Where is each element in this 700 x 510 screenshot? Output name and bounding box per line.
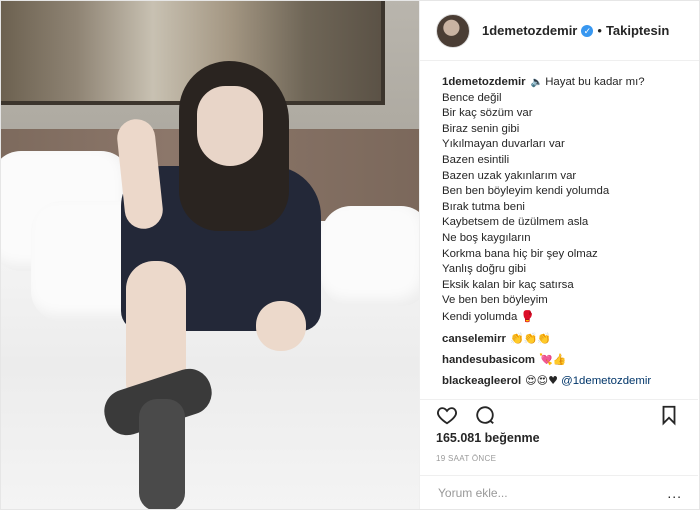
comment-text: 💘👍 — [539, 352, 567, 366]
caption-last-line: Kendi yolumda 🥊 — [442, 309, 682, 326]
caption-line: Ben ben böyleyim kendi yolumda — [442, 185, 610, 198]
more-options-icon[interactable]: ... — [667, 485, 682, 501]
comment-input[interactable] — [436, 484, 650, 501]
post-side-panel: 1demetozdemir ✓ • Takiptesin 1demetozdem… — [419, 1, 699, 509]
separator-dot: • — [597, 23, 602, 38]
comment-icon[interactable] — [474, 404, 498, 428]
caption-line: Ne boş kaygıların — [442, 231, 531, 244]
caption-line: Bırak tutma beni — [442, 200, 525, 213]
comment-item: blackeagleerol 😍😍♥ @1demetozdemir — [442, 373, 682, 389]
caption-author[interactable]: 1demetozdemir — [442, 76, 526, 88]
boxing-glove-icon: 🥊 — [520, 309, 535, 323]
caption-line: Biraz senin gibi — [442, 122, 520, 135]
post-timestamp: 19 SAAT ÖNCE — [436, 454, 497, 463]
action-bar — [420, 399, 698, 429]
speaker-icon: 🔈 — [530, 77, 544, 88]
pillow-right — [321, 206, 419, 306]
caption-line: Bir kaç sözüm var — [442, 107, 533, 120]
caption-line: Kendi yolumda — [442, 310, 518, 323]
likes-count[interactable]: 165.081 beğenme — [436, 431, 540, 445]
post-header: 1demetozdemir ✓ • Takiptesin — [420, 1, 699, 61]
comment-text: 👏👏👏 — [509, 331, 552, 345]
avatar[interactable] — [436, 13, 470, 48]
caption-text: Hayat bu kadar mı? — [545, 76, 645, 88]
caption-line: Bence değil — [442, 91, 502, 104]
caption-first-line: 1demetozdemir 🔈 Hayat bu kadar mı? — [442, 75, 682, 91]
figure-face — [197, 86, 263, 166]
heart-icon[interactable] — [436, 404, 460, 428]
caption-line: Ve ben ben böyleyim — [442, 294, 548, 307]
caption-line: Bazen esintili — [442, 153, 510, 166]
comments-list[interactable]: 1demetozdemir 🔈 Hayat bu kadar mı? Bence … — [420, 67, 698, 395]
comment-username[interactable]: canselemirr — [442, 333, 506, 345]
post-photo[interactable] — [1, 1, 419, 509]
figure-hand — [256, 301, 306, 351]
comment-item: canselemirr 👏👏👏 — [442, 331, 682, 347]
verified-badge-icon: ✓ — [581, 24, 594, 37]
comment-item: handesubasicom 💘👍 — [442, 352, 682, 368]
comment-mention-link[interactable]: @1demetozdemir — [561, 375, 651, 387]
caption-line: Yanlış doğru gibi — [442, 263, 527, 276]
caption-line: Yıkılmayan duvarları var — [442, 138, 565, 151]
comment-username[interactable]: handesubasicom — [442, 354, 535, 366]
instagram-post: 1demetozdemir ✓ • Takiptesin 1demetozdem… — [0, 0, 700, 510]
add-comment-bar: ... — [420, 475, 698, 509]
author-username[interactable]: 1demetozdemir — [482, 23, 577, 38]
comment-username[interactable]: blackeagleerol — [442, 375, 521, 387]
caption-line: Korkma bana hiç bir şey olmaz — [442, 247, 598, 260]
comment-text: 😍😍♥ — [525, 373, 558, 387]
follow-status-button[interactable]: Takiptesin — [606, 23, 669, 38]
figure-sock-front — [139, 399, 185, 509]
caption-line: Kaybetsem de üzülmem asla — [442, 216, 589, 229]
bookmark-icon[interactable] — [658, 404, 682, 428]
caption-line: Eksik kalan bir kaç satırsa — [442, 278, 574, 291]
post-caption: 1demetozdemir 🔈 Hayat bu kadar mı? Bence … — [442, 75, 682, 326]
caption-line: Bazen uzak yakınlarım var — [442, 169, 577, 182]
